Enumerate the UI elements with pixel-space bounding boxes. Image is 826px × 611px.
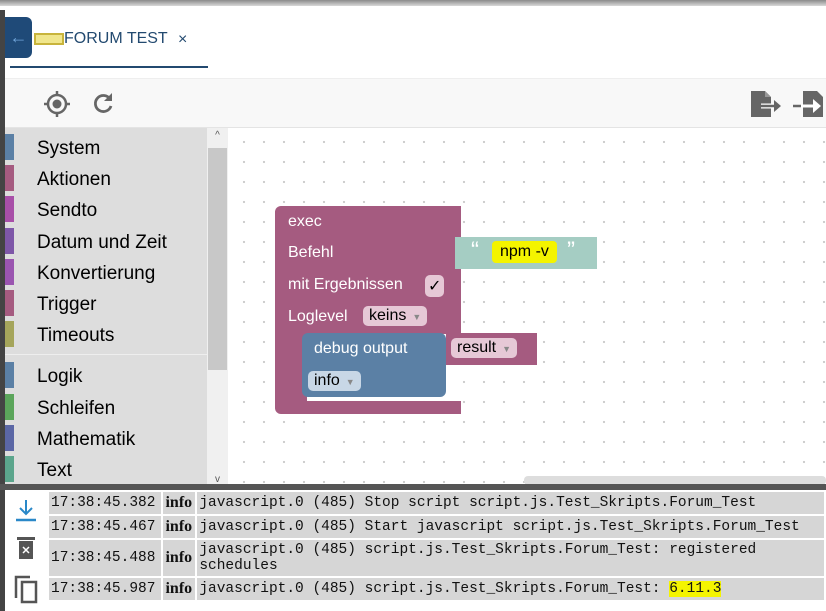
variable-dropdown[interactable]: result ▼ — [451, 338, 518, 358]
category-label: Mathematik — [37, 428, 136, 450]
export-icon[interactable] — [749, 89, 783, 119]
log-message: javascript.0 (485) Stop script script.js… — [195, 490, 826, 516]
toolbox-category-system[interactable]: System — [5, 131, 207, 161]
variable-value: result — [457, 339, 497, 356]
category-color-swatch — [5, 196, 14, 223]
category-label: Aktionen — [37, 169, 111, 191]
crosshair-icon[interactable] — [43, 90, 71, 118]
toolbox-category-logik[interactable]: Logik — [5, 359, 207, 389]
log-message: javascript.0 (485) script.js.Test_Skript… — [195, 538, 826, 578]
category-label: Datum und Zeit — [37, 231, 167, 253]
category-color-swatch — [5, 290, 14, 316]
category-label: Logik — [37, 366, 83, 388]
category-color-swatch — [5, 456, 14, 482]
log-message-text: javascript.0 (485) script.js.Test_Skript… — [199, 581, 670, 597]
debug-output-block[interactable]: debug output info ▼ — [302, 333, 446, 397]
loglevel-value: keins — [369, 307, 407, 324]
category-label: Timeouts — [37, 325, 115, 347]
refresh-icon[interactable] — [91, 91, 115, 115]
log-level: info — [161, 538, 198, 578]
toolbox-category-sendto[interactable]: Sendto — [5, 193, 207, 223]
log-row: 17:38:45.488 info javascript.0 (485) scrip… — [46, 538, 826, 578]
log-message: javascript.0 (485) script.js.Test_Skript… — [195, 576, 826, 602]
toolbox-category-aktionen[interactable]: Aktionen — [5, 162, 207, 192]
log-time: 17:38:45.382 — [46, 490, 164, 516]
log-row: 17:38:45.467 info javascript.0 (485) Start… — [46, 514, 826, 540]
arrow-left-icon[interactable]: ← — [5, 17, 32, 58]
log-message-line: schedules — [199, 558, 278, 574]
open-quote: “ — [471, 237, 479, 264]
category-color-swatch — [5, 321, 14, 348]
dropdown-arrow-icon: ▼ — [345, 377, 355, 387]
log-time: 17:38:45.467 — [46, 514, 164, 540]
log-message: javascript.0 (485) Start javascript scri… — [195, 514, 826, 540]
log-row: 17:38:45.382 info javascript.0 (485) Stop … — [46, 490, 826, 516]
log-time: 17:38:45.488 — [46, 538, 164, 578]
string-block[interactable]: “ npm -v ” — [455, 237, 597, 269]
blockly-logo — [34, 33, 64, 45]
toolbox-category-mathematik[interactable]: Mathematik — [5, 422, 207, 452]
category-label: Konvertierung — [37, 262, 156, 284]
log-message-line: javascript.0 (485) script.js.Test_Skript… — [199, 542, 757, 558]
category-label: Sendto — [37, 200, 98, 222]
scroll-down-icon[interactable] — [15, 498, 37, 522]
log-level: info — [161, 514, 198, 540]
copy-icon[interactable] — [13, 574, 39, 604]
mit-ergebnissen-label: mit Ergebnissen — [288, 276, 403, 293]
tab-forum-test[interactable]: FORUM TEST — [64, 30, 168, 48]
log-row: 17:38:45.987 info javascript.0 (485) scrip… — [46, 576, 826, 602]
mit-ergebnissen-checkbox[interactable]: ✓ — [425, 275, 445, 297]
debug-level-dropdown[interactable]: info ▼ — [308, 371, 361, 391]
close-quote: ” — [567, 237, 575, 264]
category-label: Text — [37, 460, 72, 481]
dropdown-arrow-icon: ▼ — [502, 344, 512, 354]
active-tab-indicator — [10, 66, 208, 68]
category-color-swatch — [5, 227, 14, 254]
toolbox-category-trigger[interactable]: Trigger — [5, 287, 207, 317]
category-color-swatch — [5, 362, 14, 389]
toolbox-category-text[interactable]: Text — [5, 453, 207, 483]
category-color-swatch — [5, 424, 14, 451]
loglevel-label: Loglevel — [288, 308, 348, 325]
toolbox-category-datum-und-zeit[interactable]: Datum und Zeit — [5, 225, 207, 255]
log-level: info — [161, 490, 198, 516]
close-icon[interactable]: × — [178, 31, 187, 49]
variable-block[interactable]: result ▼ — [446, 333, 537, 365]
befehl-label: Befehl — [288, 244, 334, 261]
import-icon[interactable] — [793, 89, 826, 119]
category-color-swatch — [5, 393, 14, 420]
log-level: info — [161, 576, 198, 602]
category-color-swatch — [5, 134, 14, 160]
log-toolbar — [5, 490, 47, 611]
toolbox-category-schleifen[interactable]: Schleifen — [5, 391, 207, 421]
debug-level-value: info — [314, 372, 340, 389]
dropdown-arrow-icon: ▼ — [412, 312, 422, 322]
category-label: Trigger — [37, 294, 97, 315]
toolbar — [5, 78, 826, 128]
toolbox-sidebar: System Aktionen Sendto Datum und Zeit Konver… — [5, 128, 207, 485]
category-label: System — [37, 138, 101, 159]
category-color-swatch — [5, 165, 14, 192]
log-time: 17:38:45.987 — [46, 576, 164, 602]
debug-title: debug output — [314, 340, 408, 357]
loglevel-dropdown[interactable]: keins ▼ — [363, 306, 428, 326]
scrollbar-thumb[interactable] — [208, 148, 227, 370]
exec-title: exec — [288, 213, 322, 230]
delete-icon[interactable] — [17, 536, 35, 560]
toolbox-category-timeouts[interactable]: Timeouts — [5, 318, 207, 348]
tab-bar: ← FORUM TEST × — [5, 6, 826, 78]
toolbox-separator — [5, 354, 207, 355]
log-table: 17:38:45.382 info javascript.0 (485) Stop … — [46, 490, 826, 602]
toolbox-category-konvertierung[interactable]: Konvertierung — [5, 256, 207, 286]
string-value[interactable]: npm -v — [492, 241, 557, 263]
category-color-swatch — [5, 258, 14, 285]
category-label: Schleifen — [37, 397, 116, 419]
highlighted-version: 6.11.3 — [669, 581, 722, 597]
